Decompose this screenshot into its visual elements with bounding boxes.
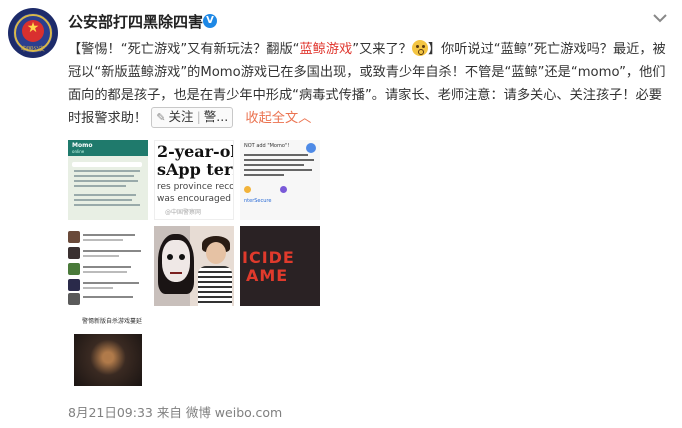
chat-bubble [72,162,142,167]
emoji-icon [280,186,287,193]
shocked-emoji-icon [411,40,428,56]
image-news-headline[interactable]: 2-year-old sApp terror res province reco… [154,140,234,220]
chat-line [74,194,136,196]
momo-eye [179,254,185,260]
collapse-link[interactable]: 收起全文︿ [245,111,311,126]
list-text [83,271,127,273]
chip-divider: | [196,109,201,124]
tweet-line [244,169,312,171]
chat-line [74,204,140,206]
post-text-part1: 【警惕！“死亡游戏”又有新玩法？翻版“ [68,42,300,57]
list-thumb [68,247,80,259]
tweet-link: nterSecure [244,198,272,204]
list-text [83,255,119,257]
post-meta[interactable]: 8月21日09:33 来自 微博 weibo.com [68,402,282,421]
follow-chip[interactable]: ✎ 关注 | 警... [151,107,234,128]
child-face [206,242,226,264]
list-text [83,266,131,268]
star-icon: ★ [26,20,40,36]
list-item [68,278,148,292]
chevron-down-icon[interactable] [652,12,668,24]
list-thumb [68,231,80,243]
tweet-line [244,154,308,156]
collapse-label[interactable]: 收起全文 [245,111,298,126]
headline-sub1: res province recorde [157,182,233,192]
image-grid: Momo online 2-year-old sApp terror res p… [68,140,320,392]
weibo-post-card: ★ 中国公安 公安部打四黑除四害 V 【警惕！“死亡游戏”又有新玩法？翻版“蓝鲸… [0,0,682,428]
collapse-arrow-icon: ︿ [298,111,312,126]
list-text [83,282,139,284]
tweet-line [244,164,304,166]
headline-line2: sApp terror [157,160,233,179]
author-name[interactable]: 公安部打四黑除四害 [68,11,203,32]
list-item [68,246,148,260]
tweet-head: NOT add "Momo"! [244,143,290,149]
list-item [68,230,148,244]
momo-mouth [170,272,182,274]
list-text [83,296,133,298]
tweet-avatar [306,143,316,153]
image-suicide-game-title[interactable]: ICIDE AME [240,226,320,306]
image-tweet[interactable]: NOT add "Momo"! nterSecure [240,140,320,220]
chat-line [74,185,126,187]
list-text [83,250,141,252]
headline-sub2: was encouraged to [157,194,233,204]
list-thumb [68,279,80,291]
police-label[interactable]: 警... [204,109,228,124]
chat-line [74,199,132,201]
list-thumb [68,293,80,305]
child-shirt [198,266,232,306]
avatar-seal-text: 中国公安 [20,46,45,53]
image-whatsapp-chat[interactable]: Momo online [68,140,148,220]
chat-subtitle: online [72,149,85,154]
article-title: 警惕新版自杀游戏蔓延 [82,318,143,325]
momo-eye [167,254,173,260]
game-title-line2: AME [246,266,289,285]
game-title-line1: ICIDE [242,248,295,267]
list-text [83,287,113,289]
post-text-part2: ”又来了？ [352,42,412,57]
list-item [68,292,148,306]
momo-face [162,240,190,282]
image-warning-article[interactable]: 警惕新版自杀游戏蔓延 [68,312,148,392]
list-text [83,234,135,236]
hashtag-link[interactable]: 蓝鲸游戏 [300,42,353,57]
follow-label[interactable]: 关注 [169,109,194,124]
tweet-line [244,159,314,161]
headline-line1: 2-year-old [157,142,233,161]
chat-title: Momo [72,142,93,149]
chat-line [74,180,138,182]
verified-icon: V [203,14,217,28]
image-list-screenshot[interactable] [68,226,148,306]
emoji-icon [244,186,251,193]
chat-line [74,170,140,172]
image-momo-photo[interactable] [154,226,234,306]
article-photo [74,334,142,386]
list-text [83,239,123,241]
post-body: 【警惕！“死亡游戏”又有新玩法？翻版“蓝鲸游戏”又来了？ 】你听说过“蓝鲸”死亡游… [68,38,666,130]
list-thumb [68,263,80,275]
avatar[interactable]: ★ 中国公安 [8,8,58,58]
tweet-line [244,174,284,176]
follow-icon: ✎ [156,111,166,124]
chat-line [74,175,134,177]
list-item [68,262,148,276]
image-watermark: @中国警察网 [165,209,202,216]
